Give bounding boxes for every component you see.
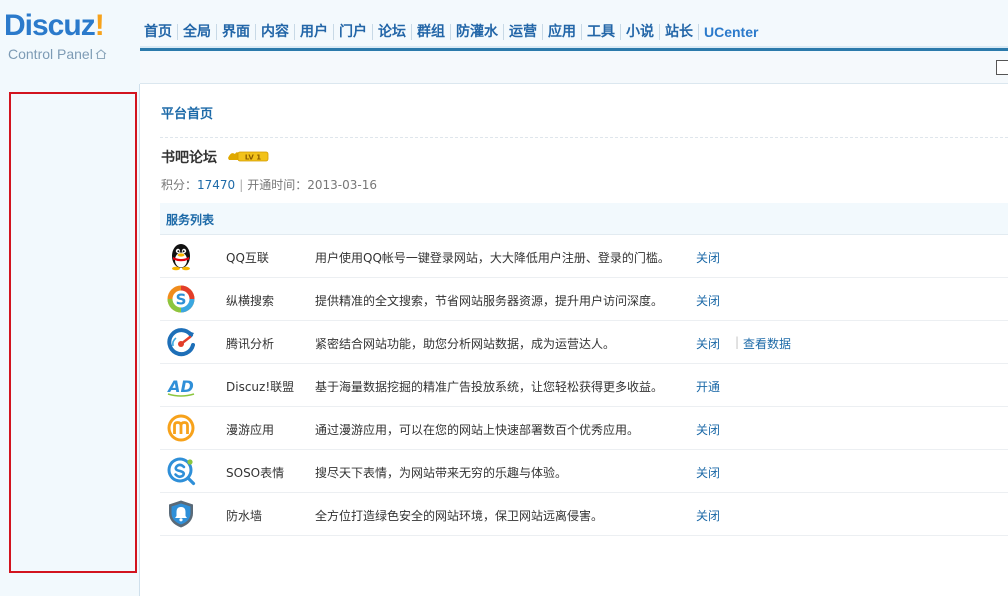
nav-item-7[interactable]: 群组 [412,20,450,44]
nav-item-4[interactable]: 用户 [295,20,333,44]
service-action-link[interactable]: 关闭 [696,464,720,481]
nav-item-10[interactable]: 应用 [543,20,581,44]
service-row: AD Discuz!联盟 基于海量数据挖掘的精准广告投放系统，让您轻松获得更多收益。… [160,364,1008,407]
service-name: 漫游应用 [226,423,275,437]
stats-divider: | [239,178,244,192]
service-description: 全方位打造绿色安全的网站环境，保卫网站远离侵害。 [315,509,604,523]
action-separator: | [735,335,740,349]
analytics-gauge-icon [166,327,196,357]
service-description: 用户使用QQ帐号一键登录网站，大大降低用户注册、登录的门槛。 [315,251,670,265]
service-description: 紧密结合网站功能，助您分析网站数据，成为运营达人。 [315,337,616,351]
nav-item-5[interactable]: 门户 [334,20,372,44]
nav-item-13[interactable]: 站长 [660,20,698,44]
home-icon[interactable] [95,49,107,59]
service-action-link[interactable]: 关闭 [696,421,720,438]
search-s-icon: S [166,284,196,314]
service-action-link[interactable]: 关闭 [696,249,720,266]
site-name: 书吧论坛 [161,150,217,166]
score-label: 积分： [161,178,198,192]
service-action-link[interactable]: 关闭 [696,292,720,309]
divider [160,137,1008,138]
service-action-link[interactable]: 关闭 [696,335,720,352]
service-name: SOSO表情 [226,466,285,480]
level-badge-text: LV 1 [245,154,261,162]
ad-icon: AD [166,370,196,400]
service-row: 漫游应用 通过漫游应用，可以在您的网站上快速部署数百个优秀应用。 关闭 [160,407,1008,450]
score-value: 17470 [197,178,236,192]
top-nav: 首页 全局 界面 内容 用户 门户 论坛 群组 防灌水 运营 应用 工具 小说 站长 UCenter [140,19,1008,45]
level-badge-icon: LV 1 [228,151,269,162]
service-row: 防水墙 全方位打造绿色安全的网站环境，保卫网站远离侵害。 关闭 [160,493,1008,536]
nav-item-1[interactable]: 全局 [178,20,216,44]
nav-item-11[interactable]: 工具 [582,20,620,44]
nav-item-8[interactable]: 防灌水 [451,20,503,44]
nav-item-2[interactable]: 界面 [217,20,255,44]
nav-item-3[interactable]: 内容 [256,20,294,44]
sub-toolbar [140,54,1008,84]
nav-item-6[interactable]: 论坛 [373,20,411,44]
services-title: 服务列表 [166,213,215,227]
open-date-label: 开通时间： [247,178,308,192]
logo-subtitle-row: Control Panel [8,46,107,62]
firewall-shield-icon [166,499,196,529]
logo-area: Discuz! Control Panel [0,0,140,84]
logo-brand: Discuz [4,9,96,42]
main-content: 平台首页 书吧论坛 LV 1 积分：17470 | 开通时间：2013-03-16 … [141,85,1008,596]
page-title: 平台首页 [161,107,214,122]
service-row: S 纵横搜索 提供精准的全文搜索，节省网站服务器资源，提升用户访问深度。 关闭 [160,278,1008,321]
service-row: 腾讯分析 紧密结合网站功能，助您分析网站数据，成为运营达人。 关闭 | 查看数据 [160,321,1008,364]
service-row: QQ互联 用户使用QQ帐号一键登录网站，大大降低用户注册、登录的门槛。 关闭 [160,235,1008,278]
service-description: 基于海量数据挖掘的精准广告投放系统，让您轻松获得更多收益。 [315,380,664,394]
logo[interactable]: Discuz! [4,9,105,43]
service-name: QQ互联 [226,251,269,265]
sidebar-menu-frame [9,92,137,573]
nav-item-0[interactable]: 首页 [140,20,177,44]
qq-penguin-icon [166,241,196,271]
service-name: 纵横搜索 [226,294,275,308]
nav-item-12[interactable]: 小说 [621,20,659,44]
nav-item-14[interactable]: UCenter [699,20,763,44]
sidebar [0,84,140,596]
svg-text:S: S [176,291,187,309]
service-action-link[interactable]: 开通 [696,378,720,395]
service-description: 搜尽天下表情，为网站带来无穷的乐趣与体验。 [315,466,568,480]
service-action-link[interactable]: 关闭 [696,507,720,524]
services-header: 服务列表 [160,203,1008,235]
toolbar-checkbox[interactable] [996,60,1008,75]
manyou-m-icon [166,413,196,443]
soso-emoji-icon [166,456,196,486]
service-name: 防水墙 [226,509,263,523]
service-name: 腾讯分析 [226,337,275,351]
site-stats: 积分：17470 | 开通时间：2013-03-16 [161,176,377,193]
service-name: Discuz!联盟 [226,380,295,394]
service-row: SOSO表情 搜尽天下表情，为网站带来无穷的乐趣与体验。 关闭 [160,450,1008,493]
nav-underline [140,46,1008,51]
logo-subtitle: Control Panel [8,46,93,62]
svg-text:AD: AD [166,377,194,396]
open-date-value: 2013-03-16 [307,178,378,192]
view-data-link[interactable]: 查看数据 [743,335,791,352]
logo-mark: ! [94,9,105,42]
nav-item-9[interactable]: 运营 [504,20,542,44]
service-description: 通过漫游应用，可以在您的网站上快速部署数百个优秀应用。 [315,423,640,437]
service-description: 提供精准的全文搜索，节省网站服务器资源，提升用户访问深度。 [315,294,664,308]
services-list: QQ互联 用户使用QQ帐号一键登录网站，大大降低用户注册、登录的门槛。 关闭 S 纵横搜… [160,235,1008,536]
